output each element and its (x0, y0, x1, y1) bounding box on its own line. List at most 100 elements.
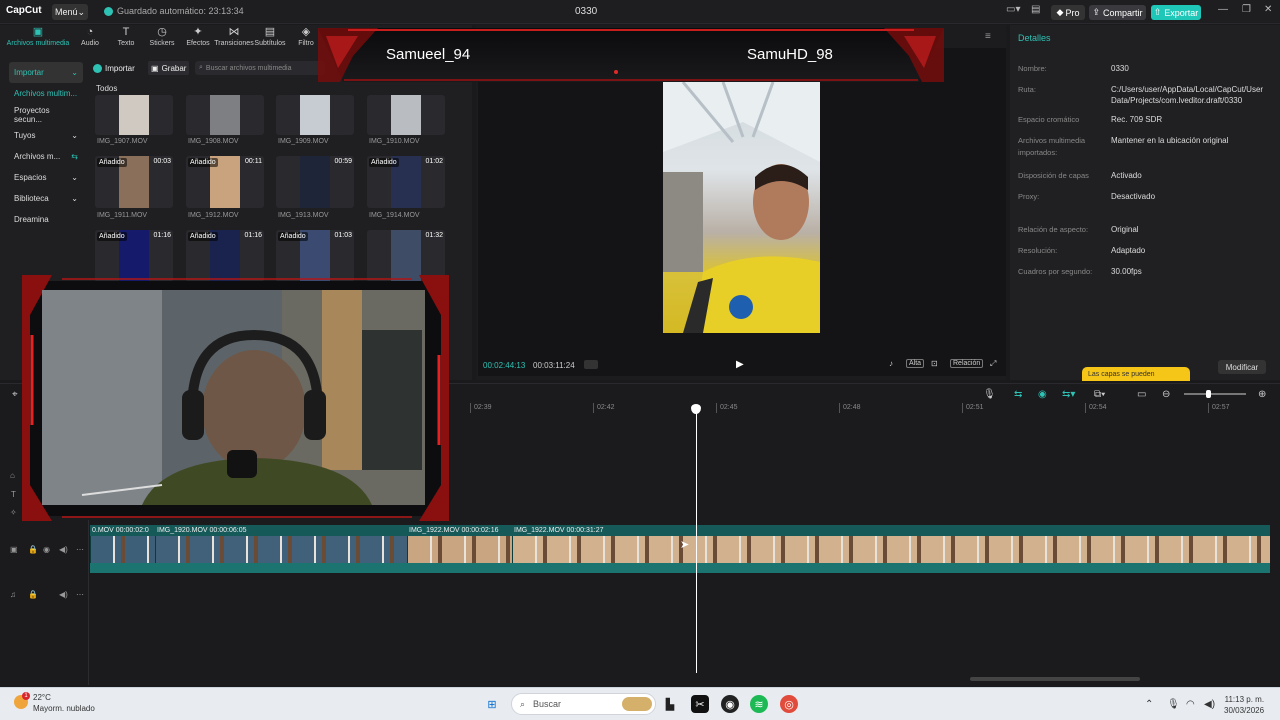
maximize-icon[interactable]: ❐ (1242, 4, 1251, 15)
magnet-icon[interactable]: ◉ (1038, 389, 1047, 400)
volume-icon[interactable]: ◀) (59, 545, 68, 554)
media-thumbnail[interactable]: Añadido 00:03 (95, 156, 173, 208)
sidebar-item-6[interactable]: Biblioteca ⌄ (9, 188, 83, 209)
zoom-slider[interactable] (1184, 393, 1246, 395)
tray-mic-icon[interactable]: 🎙 (1167, 699, 1180, 710)
added-badge: Añadido (188, 232, 218, 241)
tool-tab-5[interactable]: ⋈ Transiciones (214, 27, 253, 53)
media-thumbnail[interactable] (186, 95, 264, 135)
keyboard-icon[interactable]: ▤ (1031, 4, 1040, 15)
text-track-icon[interactable]: T (11, 490, 16, 499)
sticker-track-icon[interactable]: ⌂ (10, 471, 15, 480)
preview-axis-icon[interactable]: ▭ (1137, 389, 1146, 400)
weather-widget[interactable]: 22°C Mayorm. nublado (33, 692, 95, 714)
media-thumbnail[interactable]: Añadido 01:02 (367, 156, 445, 208)
tiktok-icon[interactable]: ♪ (889, 359, 893, 368)
tool-tab-6[interactable]: ▤ Subtítulos (252, 27, 288, 53)
media-thumbnail[interactable] (367, 95, 445, 135)
fit-icon[interactable]: ⊡ (931, 359, 938, 368)
clip-label: IMG_1920.MOV 00:00:06:05 (157, 527, 247, 534)
duration-label: 00:03 (153, 158, 171, 165)
cover-icon[interactable]: ▣ (10, 545, 18, 554)
media-thumbnail[interactable]: 00:59 (276, 156, 354, 208)
chevron-down-icon: ⌄ (71, 68, 78, 77)
fullscreen-icon[interactable]: ⤢ (990, 359, 996, 369)
split-icon[interactable]: ⧉▾ (1094, 389, 1105, 400)
grid-icon[interactable] (584, 360, 598, 369)
tray-chevron-icon[interactable]: ⌃ (1145, 699, 1153, 710)
tool-tab-3[interactable]: ◷ Stickers (144, 27, 180, 53)
close-icon[interactable]: ✕ (1264, 4, 1272, 15)
media-filename: IMG_1907.MOV (97, 138, 148, 145)
video-clip[interactable] (90, 536, 155, 563)
effect-track-icon[interactable]: ✧ (10, 508, 17, 517)
speaker-icon[interactable]: ◀) (1204, 699, 1215, 710)
tool-tab-7[interactable]: ◈ Filtro (288, 27, 324, 53)
tool-tab-0[interactable]: ▣ Archivos multimedia (4, 27, 72, 53)
share-button[interactable]: ⇪ Compartir (1089, 5, 1146, 20)
export-button[interactable]: ⇧ Exportar (1151, 5, 1201, 20)
hamburger-icon[interactable]: ≡ (985, 31, 991, 42)
media-thumbnail[interactable]: Añadido 00:11 (186, 156, 264, 208)
tool-icon: ▤ (264, 26, 276, 38)
task-view-icon[interactable]: ▙ (661, 695, 679, 713)
spotify-app-icon[interactable]: ≋ (750, 695, 768, 713)
sidebar-item-5[interactable]: Espacios ⌄ (9, 167, 83, 188)
chevron-down-icon: ⌄ (71, 131, 78, 140)
snap-icon[interactable]: ⇆▾ (1062, 389, 1075, 400)
tool-label: Audio (81, 40, 99, 47)
video-clip[interactable] (407, 536, 512, 563)
ratio-button[interactable]: Relación (950, 359, 984, 368)
zoom-slider-handle[interactable] (1206, 390, 1211, 398)
record-button[interactable]: ▣ Grabar (148, 61, 190, 75)
playhead-line[interactable] (696, 405, 697, 673)
sidebar-item-2[interactable]: Proyectos secun... (9, 104, 83, 125)
play-button[interactable]: ▶ (736, 359, 744, 370)
more-icon[interactable]: ⋯ (76, 545, 84, 554)
cursor-icon[interactable]: ⌖ (12, 389, 18, 400)
pro-button[interactable]: ◆ Pro (1051, 5, 1085, 20)
media-search-input[interactable]: ⌕ Buscar archivos multimedia (195, 61, 325, 75)
added-badge: Añadido (97, 232, 127, 241)
modify-button[interactable]: Modificar (1218, 360, 1266, 374)
media-filename: IMG_1913.MOV (278, 212, 329, 219)
video-clip[interactable] (155, 536, 407, 563)
temperature: 22°C (33, 693, 51, 702)
import-button[interactable]: Importar (93, 61, 135, 75)
link-icon[interactable]: ⇆ (1014, 389, 1022, 400)
eye-icon[interactable]: ◉ (43, 545, 50, 554)
menu-button[interactable]: Menú ⌄ (52, 4, 88, 20)
tool-tab-4[interactable]: ✦ Efectos (180, 27, 216, 53)
audio-more-icon[interactable]: ⋯ (76, 590, 84, 599)
chevron-down-icon: ⌄ (71, 173, 78, 182)
windows-start-icon[interactable]: ⊞ (483, 695, 501, 713)
sidebar-item-7[interactable]: Dreamina (9, 209, 83, 230)
media-thumbnail[interactable] (276, 95, 354, 135)
zoom-out-icon[interactable]: ⊖ (1162, 389, 1170, 400)
sidebar-item-1[interactable]: Archivos multim... (9, 83, 83, 104)
quality-button[interactable]: Alta (906, 359, 925, 368)
audio-lock-icon[interactable]: 🔒 (28, 590, 38, 599)
wifi-icon[interactable]: ◠ (1186, 699, 1195, 710)
timeline-ruler[interactable]: 02:39 02:42 02:45 02:48 02:51 02:54 02:57 (440, 403, 1280, 415)
timeline-scrollbar[interactable] (970, 677, 1140, 681)
lock-icon[interactable]: 🔒 (28, 545, 38, 554)
sidebar-item-4[interactable]: Archivos m... ⇆ (9, 146, 83, 167)
sidebar-item-0[interactable]: Importar ⌄ (9, 62, 83, 83)
video-clip[interactable] (512, 536, 1270, 563)
capcut-app-icon[interactable]: ✂ (691, 695, 709, 713)
microphone-icon[interactable]: 🎙 (983, 389, 996, 400)
minimize-icon[interactable]: — (1218, 4, 1228, 15)
layout-icon[interactable]: ▭▾ (1006, 4, 1020, 15)
obs-app-icon[interactable]: ◉ (721, 695, 739, 713)
sidebar-item-3[interactable]: Tuyos ⌄ (9, 125, 83, 146)
audio-track-icon[interactable]: ♫ (10, 590, 16, 599)
zoom-in-icon[interactable]: ⊕ (1258, 389, 1266, 400)
audio-volume-icon[interactable]: ◀) (59, 590, 68, 599)
chrome-app-icon[interactable]: ◎ (780, 695, 798, 713)
tool-tab-1[interactable]: ◔ Audio (72, 27, 108, 53)
sidebar-item-label: Importar (14, 68, 44, 77)
media-thumbnail[interactable] (95, 95, 173, 135)
tool-tab-2[interactable]: T Texto (108, 27, 144, 53)
system-clock[interactable]: 11:13 p. m. 30/03/2026 (1224, 694, 1264, 716)
